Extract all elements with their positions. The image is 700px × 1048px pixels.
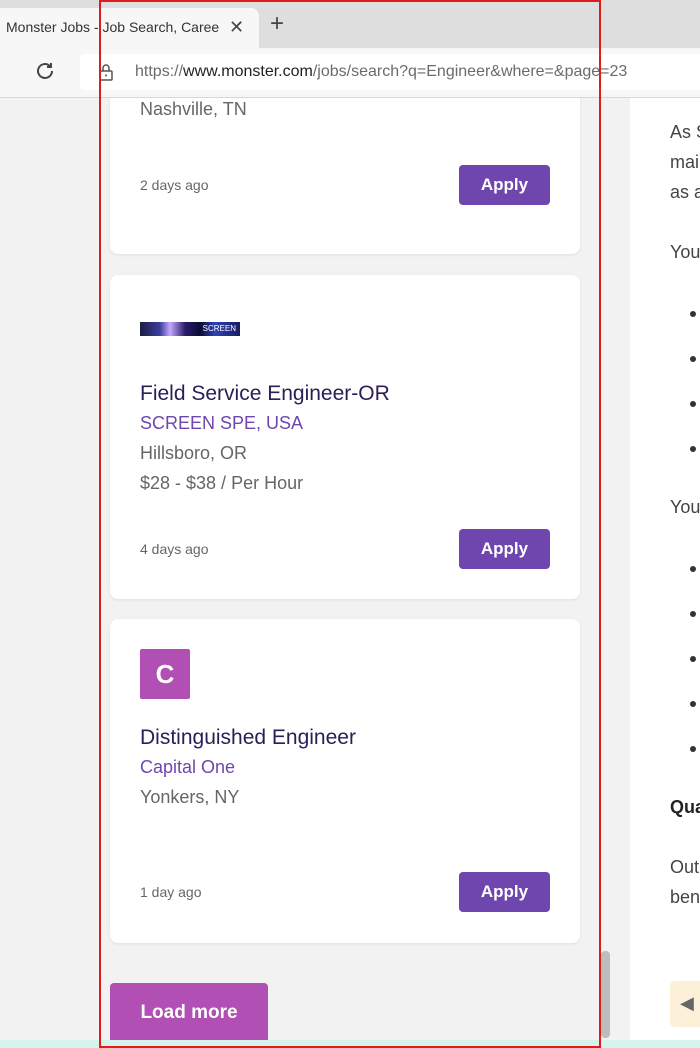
company-logo: SCREEN bbox=[140, 322, 240, 336]
job-location: Hillsboro, OR bbox=[140, 443, 248, 463]
browser-tab-bar: Monster Jobs - Job Search, Caree ✕ + bbox=[0, 0, 700, 48]
job-title[interactable]: Field Service Engineer-OR bbox=[140, 382, 390, 406]
detail-text: mai bbox=[670, 152, 700, 172]
list-bullet bbox=[690, 746, 696, 752]
job-posted-date: 4 days ago bbox=[140, 541, 209, 557]
apply-button[interactable]: Apply bbox=[459, 529, 550, 569]
job-company[interactable]: Capital One bbox=[140, 757, 235, 778]
job-posted-date: 2 days ago bbox=[140, 177, 209, 193]
detail-text: As S bbox=[670, 122, 700, 142]
list-bullet bbox=[690, 401, 696, 407]
apply-button[interactable]: Apply bbox=[459, 165, 550, 205]
list-bullet bbox=[690, 446, 696, 452]
list-bullet bbox=[690, 701, 696, 707]
job-card[interactable]: C Distinguished Engineer Capital One Yon… bbox=[110, 619, 580, 943]
load-more-button[interactable]: Load more bbox=[110, 983, 268, 1048]
list-bullet bbox=[690, 356, 696, 362]
address-bar-row: https://www.monster.com/jobs/search?q=En… bbox=[0, 48, 700, 98]
job-location: Nashville, TN bbox=[140, 99, 247, 119]
job-posted-date: 1 day ago bbox=[140, 884, 202, 900]
detail-text: ben bbox=[670, 887, 700, 907]
page-content: Nashville, TN 2 days ago Apply SCREEN Fi… bbox=[0, 98, 700, 1048]
detail-text: Out bbox=[670, 857, 700, 877]
apply-button[interactable]: Apply bbox=[459, 872, 550, 912]
new-tab-icon[interactable]: + bbox=[270, 12, 284, 36]
tab-title: Monster Jobs - Job Search, Caree bbox=[6, 19, 220, 35]
company-logo: C bbox=[140, 649, 190, 699]
url-field[interactable]: https://www.monster.com/jobs/search?q=En… bbox=[80, 54, 700, 90]
list-bullet bbox=[690, 656, 696, 662]
detail-text: You bbox=[670, 242, 700, 262]
browser-tab[interactable]: Monster Jobs - Job Search, Caree ✕ bbox=[0, 8, 259, 48]
job-pay: $28 - $38 / Per Hour bbox=[140, 473, 304, 493]
job-location: Yonkers, NY bbox=[140, 787, 240, 807]
list-bullet bbox=[690, 311, 696, 317]
scrollbar-thumb[interactable] bbox=[601, 951, 610, 1038]
job-card[interactable]: Nashville, TN 2 days ago Apply bbox=[110, 98, 580, 254]
bottom-strip bbox=[0, 1040, 700, 1048]
close-tab-icon[interactable]: ✕ bbox=[229, 17, 244, 38]
job-title[interactable]: Distinguished Engineer bbox=[140, 726, 356, 750]
detail-text: as a bbox=[670, 182, 700, 202]
detail-heading: Qua bbox=[670, 797, 700, 817]
reload-icon[interactable] bbox=[34, 60, 56, 87]
job-list: Nashville, TN 2 days ago Apply SCREEN Fi… bbox=[100, 98, 610, 1048]
job-card[interactable]: SCREEN Field Service Engineer-OR SCREEN … bbox=[110, 275, 580, 599]
list-bullet bbox=[690, 566, 696, 572]
detail-text: You bbox=[670, 497, 700, 517]
list-bullet bbox=[690, 611, 696, 617]
lock-icon bbox=[98, 63, 114, 86]
megaphone-icon[interactable]: ◀ bbox=[670, 981, 700, 1027]
job-detail-pane: As S mai as a You You Qua Out ben ◀ bbox=[630, 98, 700, 1048]
url-text: https://www.monster.com/jobs/search?q=En… bbox=[135, 63, 628, 80]
job-company[interactable]: SCREEN SPE, USA bbox=[140, 413, 303, 434]
